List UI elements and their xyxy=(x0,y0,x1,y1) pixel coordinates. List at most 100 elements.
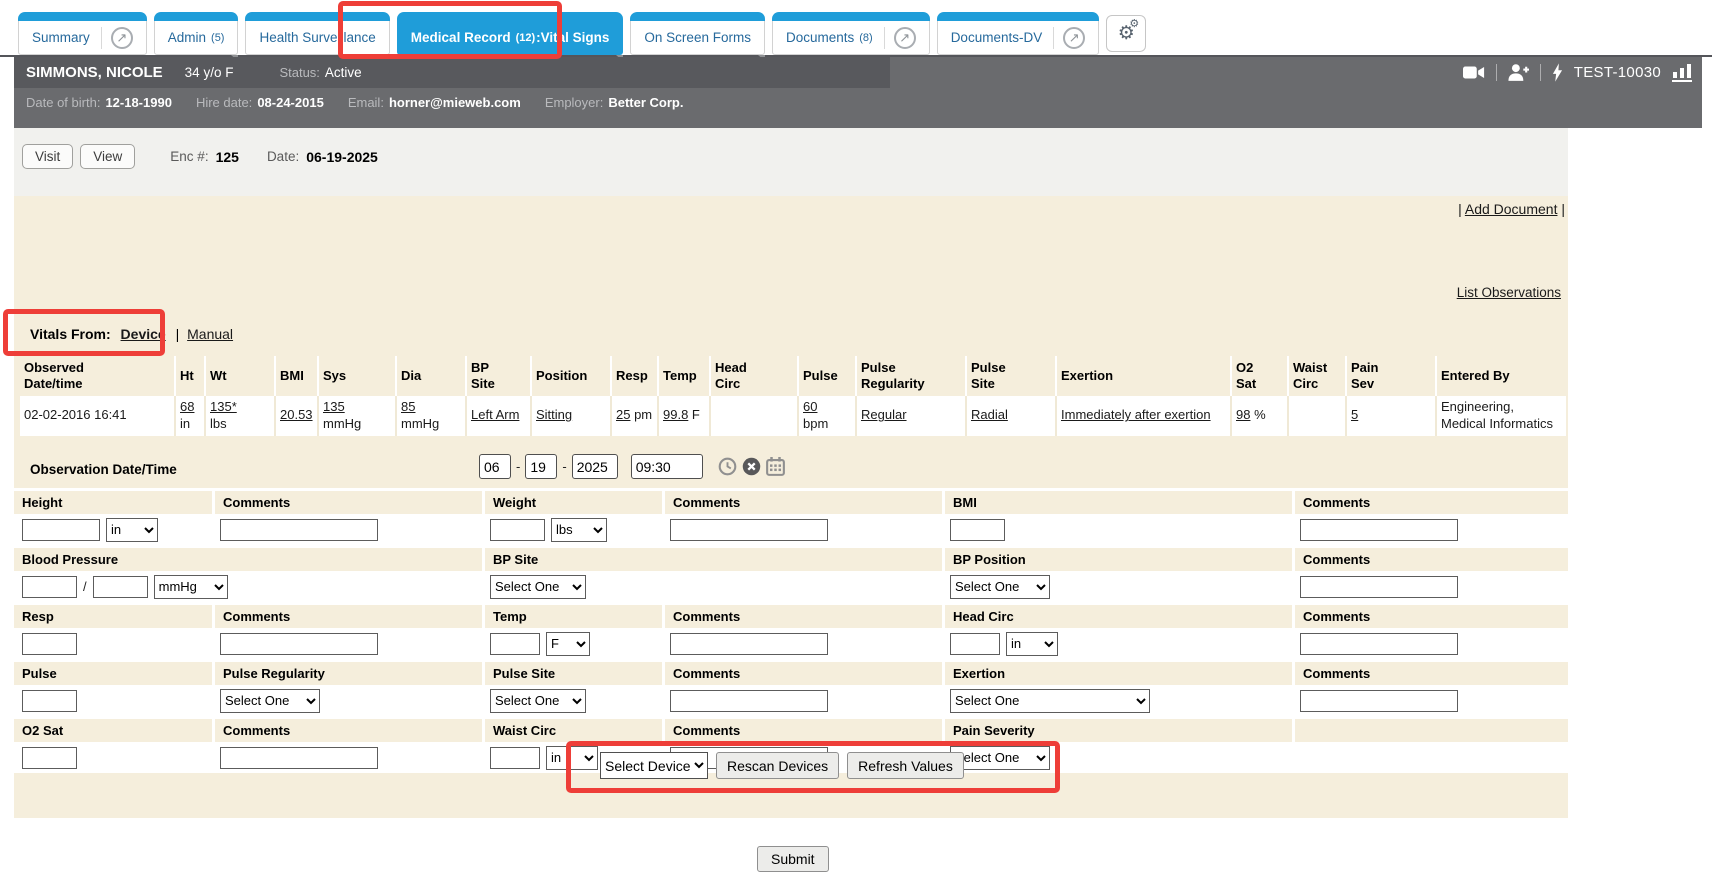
submit-button[interactable]: Submit xyxy=(757,846,829,872)
vital-value-link[interactable]: 60 xyxy=(803,399,817,414)
add-person-icon[interactable] xyxy=(1508,64,1529,81)
weight-comments-input[interactable] xyxy=(670,519,828,541)
pulse-value-input[interactable] xyxy=(22,690,77,712)
device-select[interactable]: Select Device xyxy=(600,752,708,779)
list-observations-link[interactable]: List Observations xyxy=(1457,285,1561,300)
vital-value-link[interactable]: Sitting xyxy=(536,407,572,422)
clear-datetime-icon[interactable] xyxy=(742,457,761,476)
vitals-column-header: Position xyxy=(531,356,611,396)
bp-site-select[interactable]: Select One xyxy=(490,575,586,599)
external-link-icon[interactable]: ↗ xyxy=(894,27,916,49)
bp-position-select[interactable]: Select One xyxy=(950,575,1050,599)
tab-health-surveillance[interactable]: Health Surveillance xyxy=(245,12,389,55)
pain-severity-select[interactable]: Select One xyxy=(950,746,1050,770)
pulse-site-select[interactable]: Select One xyxy=(490,689,586,713)
encounter-band: Visit View Enc #: 125 Date: 06-19-2025 xyxy=(14,128,1568,196)
status-value: Active xyxy=(325,65,362,80)
vital-value-link[interactable]: 135* xyxy=(210,399,237,414)
vital-value-link[interactable]: Regular xyxy=(861,407,907,422)
tab-medical-record[interactable]: Medical Record(12):Vital Signs xyxy=(397,12,624,55)
weight-unit-select[interactable]: lbs xyxy=(551,518,607,542)
field-controls: Select One xyxy=(942,746,1292,770)
time-picker-clock-icon[interactable] xyxy=(718,457,737,476)
tab-on-screen-forms[interactable]: On Screen Forms xyxy=(630,12,765,55)
icon-divider xyxy=(1540,64,1541,81)
height-value-input[interactable] xyxy=(22,519,100,541)
form-label-band: PulsePulse RegularityPulse SiteCommentsE… xyxy=(14,659,1568,685)
view-button[interactable]: View xyxy=(80,144,135,169)
resp-comments-input[interactable] xyxy=(220,633,378,655)
observation-year-input[interactable] xyxy=(572,454,618,479)
vital-value-link[interactable]: 5 xyxy=(1351,407,1358,422)
calendar-picker-icon[interactable] xyxy=(766,457,785,476)
enc-date-value: 06-19-2025 xyxy=(306,149,378,165)
video-camera-icon[interactable] xyxy=(1463,65,1485,80)
waist-circ-unit-select[interactable]: in xyxy=(546,746,598,770)
height-comments-input[interactable] xyxy=(220,519,378,541)
vital-value-link[interactable]: 85 xyxy=(401,399,415,414)
exertion-comments-input[interactable] xyxy=(1300,690,1458,712)
observation-month-input[interactable] xyxy=(479,454,511,479)
weight-value-input[interactable] xyxy=(490,519,545,541)
bp-unit-select[interactable]: mmHg xyxy=(154,575,228,599)
vitals-cell: Engineering, Medical Informatics xyxy=(1436,396,1566,436)
tab-top-strip xyxy=(18,12,147,21)
vital-value-link[interactable]: Immediately after exertion xyxy=(1061,407,1211,422)
field-controls: Select One xyxy=(482,689,662,713)
vital-value-link[interactable]: 25 xyxy=(616,407,630,422)
temp-value-input[interactable] xyxy=(490,633,540,655)
o2-sat-comments-input[interactable] xyxy=(220,747,378,769)
tab-top-strip xyxy=(397,12,624,21)
bp-systolic-input[interactable] xyxy=(22,576,77,598)
bmi-value-input[interactable] xyxy=(950,519,1005,541)
observation-datetime-label: Observation Date/Time xyxy=(30,462,177,477)
add-document-link[interactable]: Add Document xyxy=(1465,201,1558,217)
head-circ-unit-select[interactable]: in xyxy=(1006,632,1058,656)
vitals-source-manual-link[interactable]: Manual xyxy=(187,326,233,342)
tab-summary[interactable]: Summary↗ xyxy=(18,12,147,55)
pulse-regularity-select[interactable]: Select One xyxy=(220,689,320,713)
temp-unit-select[interactable]: F xyxy=(546,632,590,656)
visit-button[interactable]: Visit xyxy=(22,144,73,169)
vital-value-link[interactable]: 99.8 xyxy=(663,407,688,422)
vital-value-link[interactable]: 20.53 xyxy=(280,407,313,422)
bmi-comments-input[interactable] xyxy=(1300,519,1458,541)
rescan-devices-button[interactable]: Rescan Devices xyxy=(716,752,839,779)
head-circ-comments-input[interactable] xyxy=(1300,633,1458,655)
observation-day-input[interactable] xyxy=(525,454,557,479)
field-controls xyxy=(662,519,942,541)
flowsheet-chart-icon[interactable] xyxy=(1672,64,1692,82)
refresh-values-button[interactable]: Refresh Values xyxy=(847,752,964,779)
vital-text: mmHg xyxy=(401,416,439,431)
height-unit-select[interactable]: in xyxy=(106,518,158,542)
tab-documents-dv[interactable]: Documents-DV↗ xyxy=(937,12,1100,55)
enc-number-value: 125 xyxy=(216,149,239,165)
bp-diastolic-input[interactable] xyxy=(93,576,148,598)
tab-documents[interactable]: Documents(8)↗ xyxy=(772,12,930,55)
exertion-select[interactable]: Select One xyxy=(950,689,1150,713)
vital-value-link[interactable]: 98 xyxy=(1236,407,1250,422)
vital-value-link[interactable]: Radial xyxy=(971,407,1008,422)
field-controls xyxy=(1292,576,1568,598)
temp-comments-input[interactable] xyxy=(670,633,828,655)
o2-sat-value-input[interactable] xyxy=(22,747,77,769)
add-document-linkbar: | Add Document | xyxy=(1458,201,1565,217)
pulse-comments-input[interactable] xyxy=(670,690,828,712)
resp-value-input[interactable] xyxy=(22,633,77,655)
observation-time-input[interactable] xyxy=(631,454,703,479)
field-controls xyxy=(1292,690,1568,712)
vital-value-link[interactable]: 68 xyxy=(180,399,194,414)
vital-value-link[interactable]: 135 xyxy=(323,399,345,414)
head-circ-value-input[interactable] xyxy=(950,633,1000,655)
field-label: Head Circ xyxy=(942,605,1292,628)
vital-value-link[interactable]: Left Arm xyxy=(471,407,519,422)
bp-comments-input[interactable] xyxy=(1300,576,1458,598)
external-link-icon[interactable]: ↗ xyxy=(1063,27,1085,49)
tab-admin[interactable]: Admin(5) xyxy=(154,12,239,55)
vitals-source-device-link[interactable]: Device xyxy=(121,326,166,342)
settings-gear-button[interactable]: ⚙ ⚙ xyxy=(1106,15,1146,52)
device-controls: Select Device Rescan Devices Refresh Val… xyxy=(600,752,964,779)
lightning-bolt-icon[interactable] xyxy=(1552,63,1563,82)
external-link-icon[interactable]: ↗ xyxy=(111,27,133,49)
waist-circ-value-input[interactable] xyxy=(490,747,540,769)
